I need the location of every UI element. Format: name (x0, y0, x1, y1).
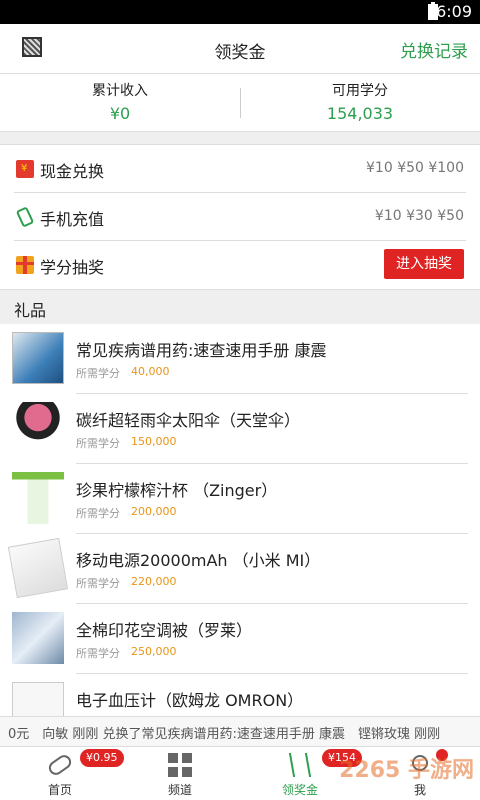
gift-need-label: 所需学分 (76, 577, 120, 590)
gift-image-quilt (12, 612, 64, 664)
tab-label: 首页 (47, 783, 72, 797)
gift-image-cup (12, 472, 64, 524)
gift-icon (16, 256, 34, 274)
option-name: 学分抽奖 (40, 258, 105, 277)
gift-name: 全棉印花空调被（罗莱） (76, 621, 253, 640)
gift-item[interactable]: 常见疾病谱用药:速查速用手册 康震 所需学分 40,000 (0, 324, 480, 394)
exchange-ticker: 0元 向敏 刚刚 兑换了常见疾病谱用药:速查速用手册 康震 铿锵玫瑰 刚刚 (0, 716, 480, 746)
gift-need-label: 所需学分 (76, 647, 120, 660)
gifts-section-header: 礼品 (0, 290, 480, 324)
points-label: 可用学分 (332, 83, 388, 99)
pill-icon (46, 752, 74, 778)
income-value: ¥0 (109, 104, 131, 123)
gift-item[interactable]: 全棉印花空调被（罗莱） 所需学分 250,000 (0, 604, 480, 674)
gift-points: 40,000 (131, 365, 170, 378)
grid-icon (168, 753, 192, 777)
red-envelope-icon (16, 160, 34, 178)
gift-name: 移动电源20000mAh （小米 MI） (76, 551, 321, 570)
option-points-lottery[interactable]: 学分抽奖 进入抽奖 (0, 241, 480, 289)
status-time: 6:09 (436, 2, 472, 21)
gift-image-blood-pressure-monitor (12, 682, 64, 716)
summary-panel: 累计收入 ¥0 可用学分 154,033 (0, 74, 480, 132)
gift-item[interactable]: 碳纤超轻雨伞太阳伞（天堂伞） 所需学分 150,000 (0, 394, 480, 464)
option-cash-exchange[interactable]: 现金兑换 ¥10 ¥50 ¥100 (0, 145, 480, 193)
gift-image-power-bank (7, 537, 69, 599)
option-phone-recharge[interactable]: 手机充值 ¥10 ¥30 ¥50 (0, 193, 480, 241)
gift-list: 常见疾病谱用药:速查速用手册 康震 所需学分 40,000 碳纤超轻雨伞太阳伞（… (0, 324, 480, 716)
points-summary: 可用学分 154,033 (240, 80, 480, 123)
gift-name: 珍果柠檬榨汁杯 （Zinger） (76, 481, 278, 500)
gift-item[interactable]: 移动电源20000mAh （小米 MI） 所需学分 220,000 (0, 534, 480, 604)
gift-image-umbrella (12, 402, 64, 454)
gift-need-label: 所需学分 (76, 437, 120, 450)
enter-lottery-button[interactable]: 进入抽奖 (384, 249, 464, 279)
option-name: 现金兑换 (40, 162, 105, 181)
gift-points: 220,000 (131, 575, 177, 588)
tab-label: 频道 (167, 783, 192, 797)
option-amounts: ¥10 ¥30 ¥50 (374, 208, 464, 224)
phone-icon (15, 206, 35, 228)
gift-name: 碳纤超轻雨伞太阳伞（天堂伞） (76, 411, 301, 430)
gift-image-book (12, 332, 64, 384)
gift-points: 200,000 (131, 505, 177, 518)
gift-name: 常见疾病谱用药:速查速用手册 康震 (76, 341, 327, 360)
tab-badge: ¥0.95 (80, 749, 124, 767)
gift-need-label: 所需学分 (76, 367, 120, 380)
reward-icon (288, 753, 312, 777)
top-bar: 领奖金 兑换记录 (0, 24, 480, 74)
income-summary: 累计收入 ¥0 (0, 80, 240, 123)
tab-home[interactable]: ¥0.95 首页 (0, 747, 124, 800)
status-bar: 6:09 (0, 0, 480, 24)
points-value: 154,033 (326, 104, 394, 123)
gift-item[interactable]: 珍果柠檬榨汁杯 （Zinger） 所需学分 200,000 (0, 464, 480, 534)
income-label: 累计收入 (92, 83, 148, 99)
gift-points: 150,000 (131, 435, 177, 448)
option-amounts: ¥10 ¥50 ¥100 (366, 160, 464, 176)
ticker-text: 0元 向敏 刚刚 兑换了常见疾病谱用药:速查速用手册 康震 铿锵玫瑰 刚刚 (8, 727, 441, 742)
watermark: 2265 手游网 (339, 758, 474, 783)
tab-channels[interactable]: 频道 (120, 747, 240, 800)
gift-need-label: 所需学分 (76, 507, 120, 520)
gift-name: 电子血压计（欧姆龙 OMRON） (76, 691, 304, 710)
gift-points: 250,000 (131, 645, 177, 658)
gifts-title: 礼品 (14, 301, 47, 320)
exchange-options: 现金兑换 ¥10 ¥50 ¥100 手机充值 ¥10 ¥30 ¥50 学分抽奖 … (0, 144, 480, 290)
exchange-record-link[interactable]: 兑换记录 (400, 37, 468, 62)
gift-item[interactable]: 电子血压计（欧姆龙 OMRON） (0, 674, 480, 716)
option-name: 手机充值 (40, 210, 105, 229)
